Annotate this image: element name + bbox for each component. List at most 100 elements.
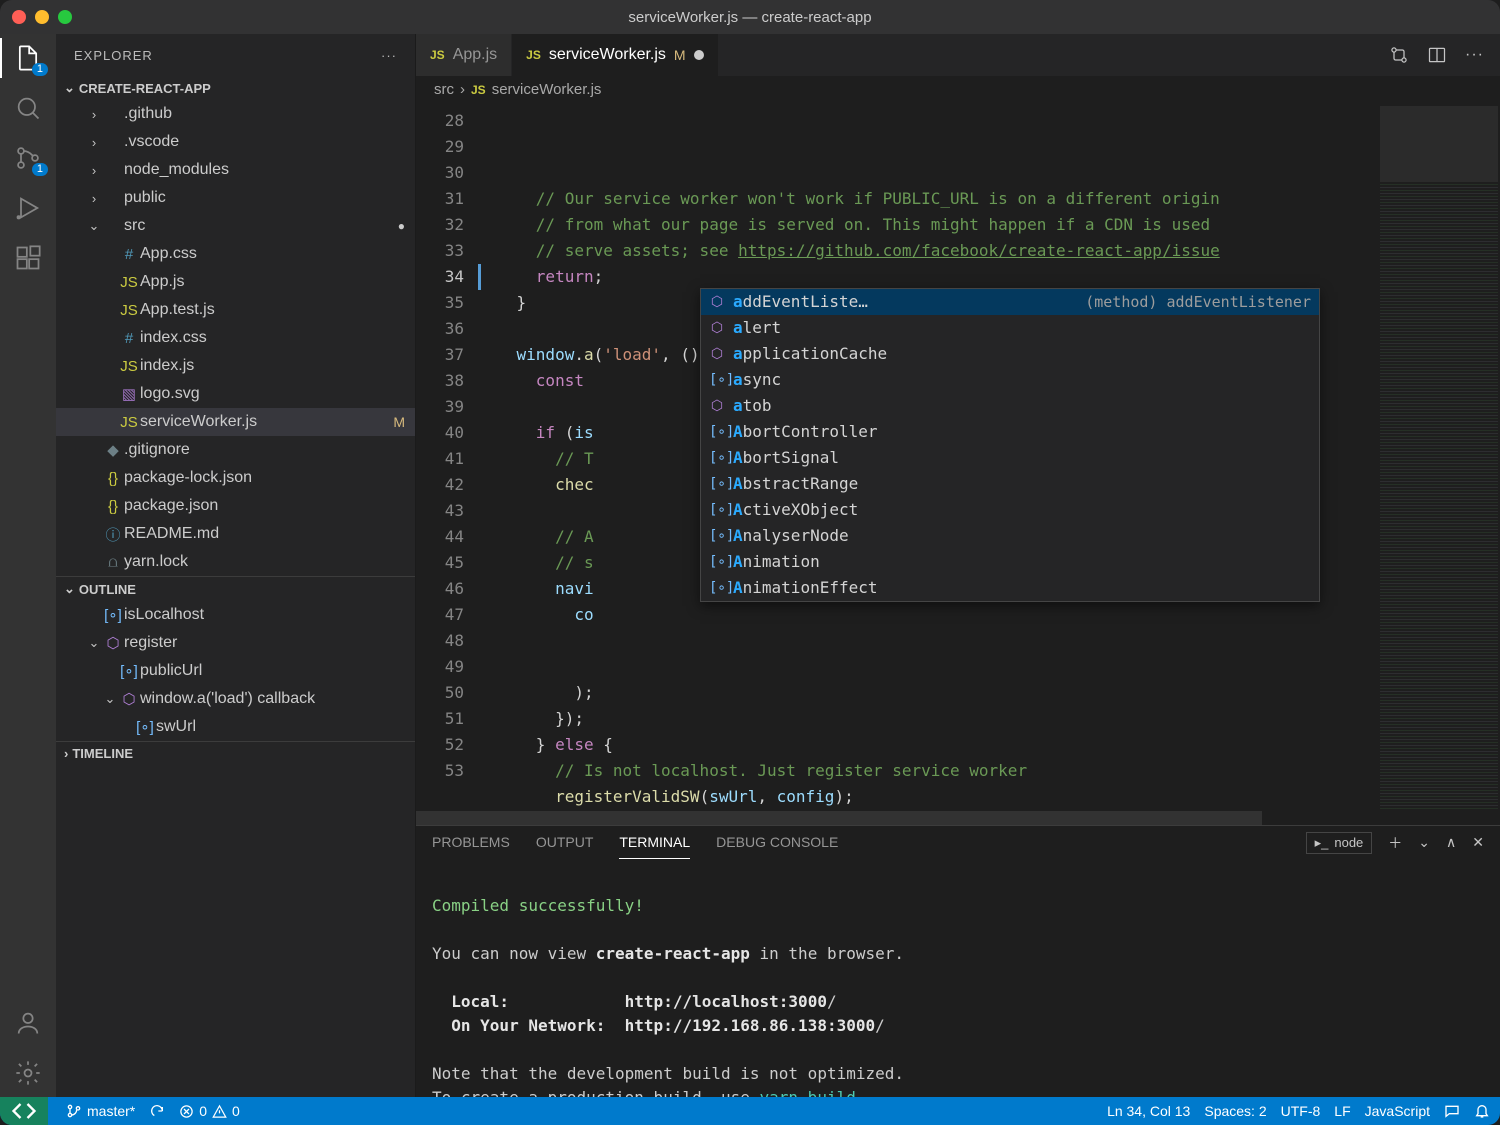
indentation-status[interactable]: Spaces: 2: [1204, 1103, 1266, 1119]
code-area[interactable]: // Our service worker won't work if PUBL…: [478, 104, 1378, 811]
new-terminal-icon[interactable]: ＋: [1388, 833, 1402, 853]
code-line[interactable]: } else {: [478, 732, 1378, 758]
minimap[interactable]: [1378, 104, 1500, 811]
file-item[interactable]: #index.css: [56, 324, 415, 352]
horizontal-scrollbar[interactable]: [416, 811, 1500, 825]
code-line[interactable]: registerValidSW(swUrl, config);: [478, 784, 1378, 810]
panel-tab[interactable]: TERMINAL: [619, 826, 690, 859]
editor-more-icon[interactable]: ···: [1465, 46, 1484, 64]
compare-changes-icon[interactable]: [1389, 45, 1409, 65]
code-line[interactable]: [478, 628, 1378, 654]
chevron-down-icon: ⌄: [64, 581, 75, 597]
eol-status[interactable]: LF: [1334, 1103, 1350, 1119]
intellisense-item[interactable]: ⬡addEventListe…(method) addEventListener: [701, 289, 1319, 315]
encoding-status[interactable]: UTF-8: [1281, 1103, 1321, 1119]
file-item[interactable]: JSserviceWorker.jsM: [56, 408, 415, 436]
intellisense-item[interactable]: ⬡alert: [701, 315, 1319, 341]
terminal-output[interactable]: Compiled successfully! You can now view …: [416, 860, 1500, 1125]
intellisense-item[interactable]: [∘]Animation: [701, 549, 1319, 575]
minimap-slider[interactable]: [1380, 106, 1498, 182]
remote-indicator[interactable]: [0, 1097, 48, 1125]
outline-item[interactable]: [∘]isLocalhost: [56, 601, 415, 629]
code-line[interactable]: // serve assets; see https://github.com/…: [478, 238, 1378, 264]
intellisense-item[interactable]: [∘]AbstractRange: [701, 471, 1319, 497]
file-item[interactable]: JSApp.js: [56, 268, 415, 296]
file-item[interactable]: {}package.json: [56, 492, 415, 520]
settings-gear-icon[interactable]: [14, 1059, 42, 1087]
code-line[interactable]: co: [478, 602, 1378, 628]
panel-tabs: PROBLEMS OUTPUT TERMINAL DEBUG CONSOLE ▸_ n…: [416, 826, 1500, 860]
folder-item[interactable]: ›.github: [56, 100, 415, 128]
intellisense-item[interactable]: ⬡applicationCache: [701, 341, 1319, 367]
maximize-panel-icon[interactable]: ∧: [1446, 834, 1456, 851]
file-item[interactable]: JSindex.js: [56, 352, 415, 380]
folder-item[interactable]: ›public: [56, 184, 415, 212]
intellisense-item[interactable]: [∘]async: [701, 367, 1319, 393]
editor-tab[interactable]: JSserviceWorker.jsM: [512, 34, 718, 76]
source-control-icon[interactable]: 1: [14, 144, 42, 172]
timeline-section-header[interactable]: › TIMELINE: [56, 742, 415, 765]
panel-tab[interactable]: DEBUG CONSOLE: [716, 826, 838, 859]
zoom-window-icon[interactable]: [58, 10, 72, 24]
file-file-icon: ◆: [102, 441, 124, 459]
minimize-window-icon[interactable]: [35, 10, 49, 24]
code-line[interactable]: return;: [478, 264, 1378, 290]
sidebar-more-icon[interactable]: ···: [381, 48, 397, 63]
accounts-icon[interactable]: [14, 1009, 42, 1037]
notifications-icon[interactable]: [1474, 1103, 1490, 1119]
code-line[interactable]: });: [478, 706, 1378, 732]
outline-section-header[interactable]: ⌄ OUTLINE: [56, 577, 415, 601]
intellisense-item[interactable]: [∘]AnimationEffect: [701, 575, 1319, 601]
code-line[interactable]: // Is not localhost. Just register servi…: [478, 758, 1378, 784]
folder-item[interactable]: ›.vscode: [56, 128, 415, 156]
code-line[interactable]: [478, 654, 1378, 680]
file-item[interactable]: {}package-lock.json: [56, 464, 415, 492]
file-item[interactable]: #App.css: [56, 240, 415, 268]
folder-item[interactable]: ›node_modules: [56, 156, 415, 184]
folder-item[interactable]: ⌄src●: [56, 212, 415, 240]
editor[interactable]: 2829303132333435363738394041424344454647…: [416, 104, 1500, 811]
intellisense-item[interactable]: [∘]AnalyserNode: [701, 523, 1319, 549]
folder-section-header[interactable]: ⌄ CREATE-REACT-APP: [56, 76, 415, 100]
close-window-icon[interactable]: [12, 10, 26, 24]
panel-tab[interactable]: PROBLEMS: [432, 826, 510, 859]
code-line[interactable]: }: [478, 810, 1378, 811]
sync-status[interactable]: [149, 1103, 165, 1119]
intellisense-item[interactable]: [∘]AbortController: [701, 419, 1319, 445]
file-item[interactable]: ◆.gitignore: [56, 436, 415, 464]
file-item[interactable]: ▧logo.svg: [56, 380, 415, 408]
feedback-icon[interactable]: [1444, 1103, 1460, 1119]
outline-item[interactable]: ⌄⬡register: [56, 629, 415, 657]
line-number: 40: [416, 420, 464, 446]
outline-item[interactable]: [∘]publicUrl: [56, 657, 415, 685]
cursor-position[interactable]: Ln 34, Col 13: [1107, 1103, 1190, 1119]
file-item[interactable]: ⩍yarn.lock: [56, 548, 415, 576]
breadcrumb-segment[interactable]: src: [434, 81, 454, 98]
code-line[interactable]: );: [478, 680, 1378, 706]
terminal-shell-select[interactable]: ▸_ node: [1306, 832, 1373, 854]
breadcrumb[interactable]: src › JS serviceWorker.js: [416, 76, 1500, 104]
terminal-dropdown-icon[interactable]: ⌄: [1418, 834, 1430, 851]
intellisense-popup[interactable]: ⬡addEventListe…(method) addEventListener…: [700, 288, 1320, 602]
intellisense-item[interactable]: [∘]AbortSignal: [701, 445, 1319, 471]
editor-tab[interactable]: JSApp.js: [416, 34, 512, 76]
code-line[interactable]: // Our service worker won't work if PUBL…: [478, 186, 1378, 212]
intellisense-item[interactable]: ⬡atob: [701, 393, 1319, 419]
search-icon[interactable]: [14, 94, 42, 122]
outline-item[interactable]: ⌄⬡window.a('load') callback: [56, 685, 415, 713]
close-panel-icon[interactable]: ✕: [1472, 834, 1484, 851]
breadcrumb-segment[interactable]: serviceWorker.js: [492, 81, 602, 98]
extensions-icon[interactable]: [14, 244, 42, 272]
panel-tab[interactable]: OUTPUT: [536, 826, 594, 859]
split-editor-icon[interactable]: [1427, 45, 1447, 65]
file-item[interactable]: JSApp.test.js: [56, 296, 415, 324]
language-mode[interactable]: JavaScript: [1365, 1103, 1430, 1119]
intellisense-item[interactable]: [∘]ActiveXObject: [701, 497, 1319, 523]
problems-status[interactable]: 0 0: [179, 1103, 240, 1119]
outline-item[interactable]: [∘]swUrl: [56, 713, 415, 741]
code-line[interactable]: // from what our page is served on. This…: [478, 212, 1378, 238]
git-branch-status[interactable]: master*: [66, 1103, 135, 1119]
explorer-icon[interactable]: 1: [14, 44, 42, 72]
file-item[interactable]: ⓘREADME.md: [56, 520, 415, 548]
run-debug-icon[interactable]: [14, 194, 42, 222]
